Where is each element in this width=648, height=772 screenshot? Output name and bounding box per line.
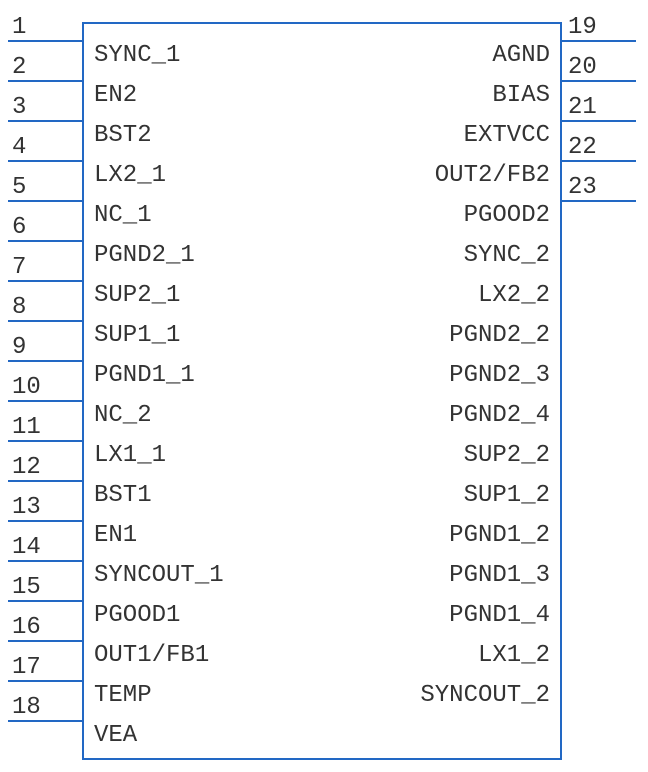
pin-label-right: PGND2_2	[449, 322, 550, 349]
pin-label-left: OUT1/FB1	[94, 642, 209, 669]
pin-number: 14	[12, 534, 41, 561]
pin-number: 12	[12, 454, 41, 481]
pin-number: 6	[12, 214, 26, 241]
pin-label-right: PGOOD2	[464, 202, 550, 229]
pin-number: 15	[12, 574, 41, 601]
pin-number: 16	[12, 614, 41, 641]
pin-label-left: SUP1_1	[94, 322, 180, 349]
pin-number: 11	[12, 414, 41, 441]
pin-number: 5	[12, 174, 26, 201]
pin-number: 20	[568, 54, 597, 81]
pin-label-right: PGND2_3	[449, 362, 550, 389]
pin-label-left: LX1_1	[94, 442, 166, 469]
pin-label-left: BST1	[94, 482, 152, 509]
pin-label-right: PGND1_3	[449, 562, 550, 589]
pin-label-right: PGND1_4	[449, 602, 550, 629]
pin-number: 9	[12, 334, 26, 361]
pin-number: 22	[568, 134, 597, 161]
pin-label-left: PGND1_1	[94, 362, 195, 389]
pin-label-left: EN1	[94, 522, 137, 549]
pin-label-left: EN2	[94, 82, 137, 109]
ic-pinout-diagram: { "chip": { "bodyLeft": 82, "bodyRight":…	[0, 0, 648, 772]
pin-label-right: LX2_2	[478, 282, 550, 309]
pin-label-right: OUT2/FB2	[435, 162, 550, 189]
pin-label-right: EXTVCC	[464, 122, 550, 149]
pin-number: 4	[12, 134, 26, 161]
pin-number: 17	[12, 654, 41, 681]
pin-number: 18	[12, 694, 41, 721]
pin-label-left: VEA	[94, 722, 137, 749]
pin-number: 13	[12, 494, 41, 521]
pin-label-left: PGOOD1	[94, 602, 180, 629]
pin-number: 21	[568, 94, 597, 121]
pin-label-left: PGND2_1	[94, 242, 195, 269]
pin-label-left: SUP2_1	[94, 282, 180, 309]
pin-label-left: LX2_1	[94, 162, 166, 189]
pin-label-left: BST2	[94, 122, 152, 149]
pin-number: 23	[568, 174, 597, 201]
pin-label-right: AGND	[492, 42, 550, 69]
pin-label-right: SYNC_2	[464, 242, 550, 269]
pin-label-left: TEMP	[94, 682, 152, 709]
pin-label-right: SUP1_2	[464, 482, 550, 509]
pin-label-right: LX1_2	[478, 642, 550, 669]
pin-label-right: PGND2_4	[449, 402, 550, 429]
pin-number: 7	[12, 254, 26, 281]
pin-label-right: SUP2_2	[464, 442, 550, 469]
pin-label-left: NC_2	[94, 402, 152, 429]
pin-number: 8	[12, 294, 26, 321]
pin-label-left: SYNC_1	[94, 42, 180, 69]
pin-number: 1	[12, 14, 26, 41]
pin-label-right: SYNCOUT_2	[420, 682, 550, 709]
pin-label-left: NC_1	[94, 202, 152, 229]
pin-number: 2	[12, 54, 26, 81]
pin-label-right: PGND1_2	[449, 522, 550, 549]
pin-number: 10	[12, 374, 41, 401]
pin-number: 19	[568, 14, 597, 41]
pin-number: 3	[12, 94, 26, 121]
pin-label-left: SYNCOUT_1	[94, 562, 224, 589]
pin-label-right: BIAS	[492, 82, 550, 109]
